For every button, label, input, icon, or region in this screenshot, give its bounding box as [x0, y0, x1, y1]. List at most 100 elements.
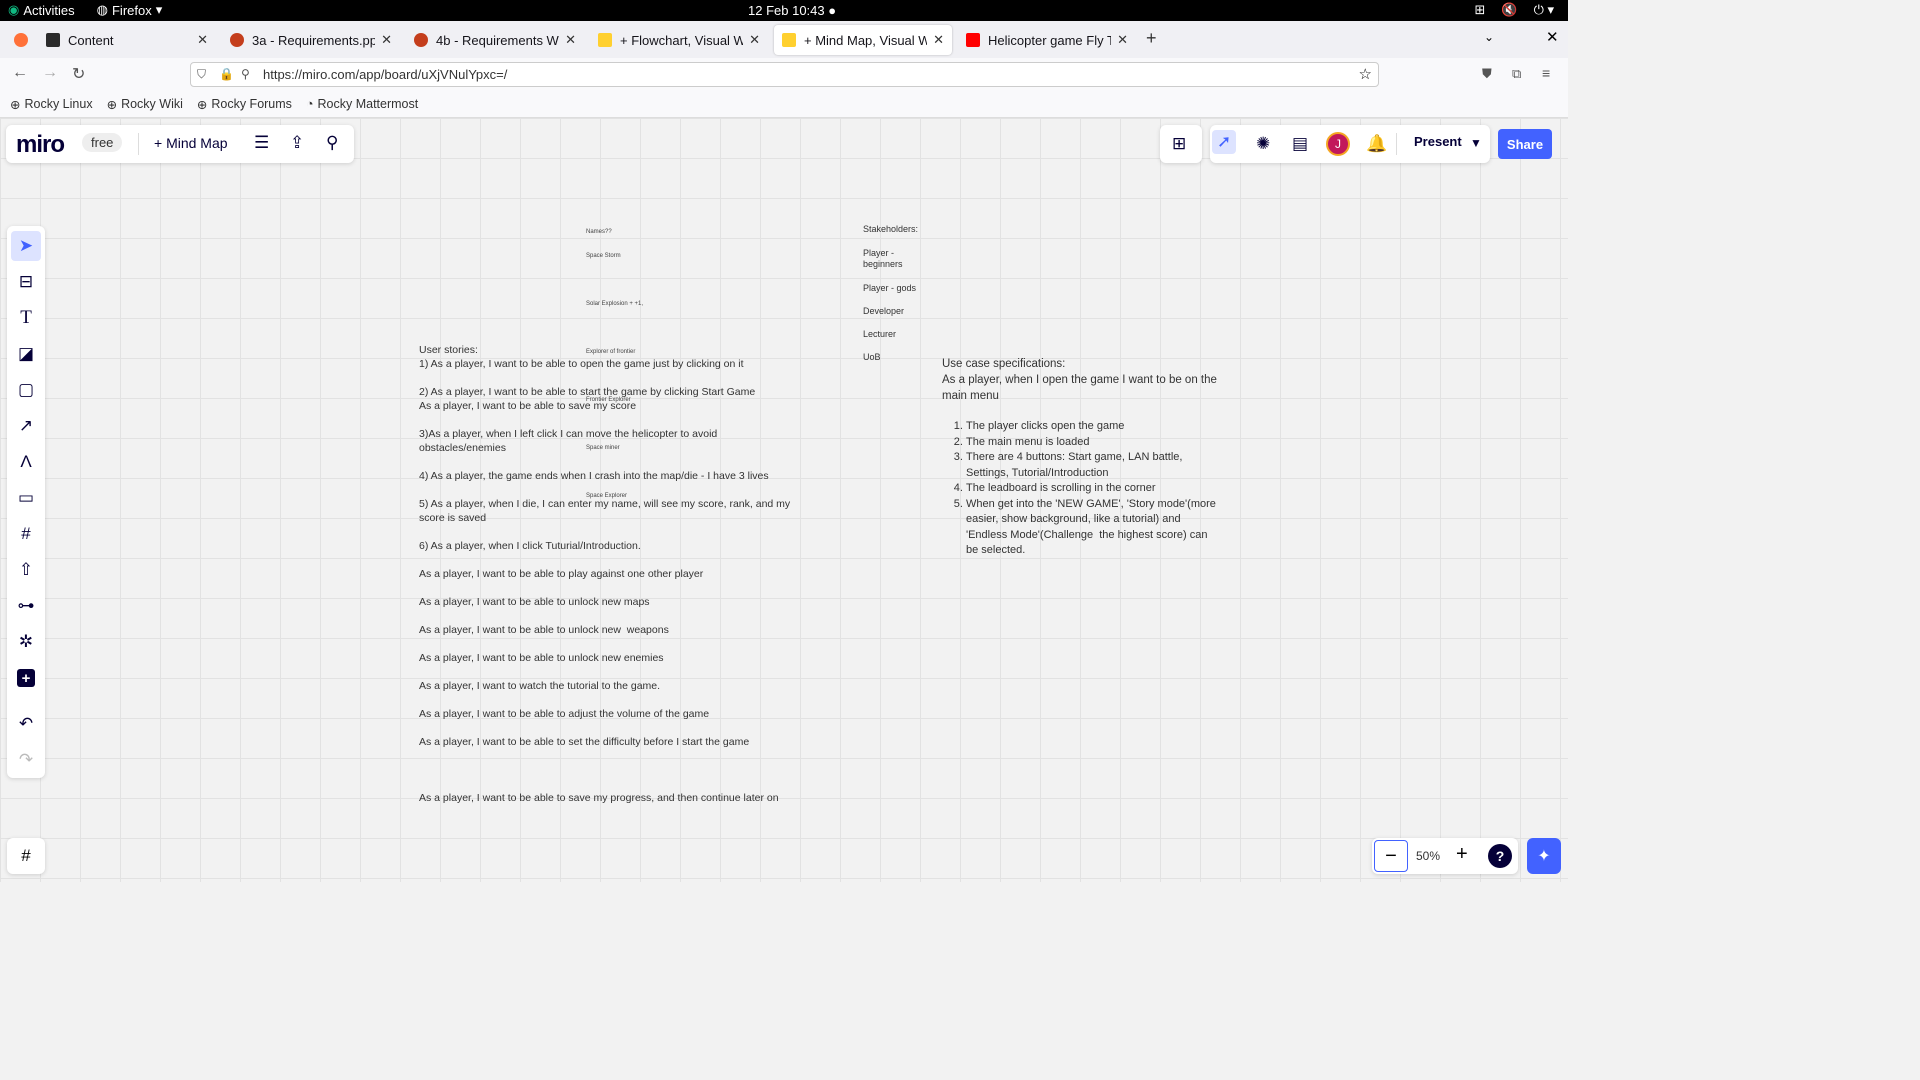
power-icon[interactable]: ⏻ ▾	[1534, 2, 1554, 18]
search-icon[interactable]: ⚲	[326, 133, 338, 153]
lock-icon[interactable]: 🔒	[219, 67, 234, 81]
close-icon[interactable]: ✕	[381, 32, 392, 48]
window-close-icon[interactable]: ✕	[1546, 28, 1559, 46]
more-tools-icon[interactable]: +	[11, 663, 41, 693]
sticky-note-icon[interactable]: ◪	[11, 339, 41, 369]
tab-helicopter-game[interactable]: Helicopter game Fly The C✕	[958, 25, 1136, 55]
user-story[interactable]: 2) As a player, I want to be able to sta…	[419, 385, 755, 413]
bookmark-rocky-forums[interactable]: ⊕ Rocky Forums	[197, 97, 292, 112]
ai-assistant-icon[interactable]: ✦	[1527, 838, 1561, 874]
frames-panel-icon[interactable]: #	[7, 838, 45, 874]
text-tool-icon[interactable]: T	[11, 303, 41, 333]
user-story[interactable]: As a player, I want to be able to play a…	[419, 567, 703, 581]
user-story[interactable]: 4) As a player, the game ends when I cra…	[419, 469, 769, 483]
url-text[interactable]: https://miro.com/app/board/uXjVNulYpxc=/	[263, 67, 507, 82]
extensions-icon[interactable]: ⧉	[1512, 66, 1521, 82]
upload-icon[interactable]: ⇧	[11, 555, 41, 585]
tab-content[interactable]: Content ✕	[38, 25, 216, 55]
stakeholders-title[interactable]: Stakeholders:	[863, 224, 918, 234]
user-story[interactable]: As a player, I want to watch the tutoria…	[419, 679, 660, 693]
user-story[interactable]: 1) As a player, I want to be able to ope…	[419, 357, 744, 371]
collab-box: ➚ ✺ ▤ J 🔔 Present ▼	[1210, 125, 1490, 163]
user-story[interactable]: As a player, I want to be able to adjust…	[419, 707, 709, 721]
stakeholder-item[interactable]: Lecturer	[863, 329, 896, 339]
board-name[interactable]: + Mind Map	[154, 135, 228, 151]
bookmark-rocky-wiki[interactable]: ⊕ Rocky Wiki	[107, 97, 183, 112]
plan-badge[interactable]: free	[82, 133, 123, 152]
user-story[interactable]: 6) As a player, when I click Tuturial/In…	[419, 539, 641, 553]
main-menu-icon[interactable]: ☰	[254, 133, 269, 153]
templates-icon[interactable]: ⊟	[11, 267, 41, 297]
tab-flowchart[interactable]: + Flowchart, Visual Work✕	[590, 25, 768, 55]
tab-requirements-pptx[interactable]: 3a - Requirements.pptx ✕	[222, 25, 400, 55]
use-case-intro[interactable]: As a player, when I open the game I want…	[942, 373, 1217, 404]
diagramming-icon[interactable]: ⊶	[11, 591, 41, 621]
list-all-tabs-icon[interactable]: ⌄	[1484, 30, 1494, 44]
close-icon[interactable]: ✕	[933, 32, 944, 48]
bookmark-rocky-mattermost[interactable]: ◔ Rocky Mattermost	[306, 97, 418, 111]
stakeholder-item[interactable]: Developer	[863, 306, 904, 316]
cursor-icon[interactable]: ➚	[1212, 130, 1237, 154]
new-tab-button[interactable]: +	[1146, 28, 1157, 49]
reload-icon[interactable]: ↻	[72, 64, 85, 84]
use-case-steps[interactable]: The player clicks open the game The main…	[952, 419, 1232, 559]
user-story[interactable]: As a player, I want to be able to unlock…	[419, 623, 669, 637]
clock[interactable]: 12 Feb 10:43 ●	[748, 3, 836, 18]
network-icon[interactable]: ⊞	[1474, 2, 1485, 18]
user-story[interactable]: 3)As a player, when I left click I can m…	[419, 427, 717, 455]
frame-tool-icon[interactable]: #	[11, 519, 41, 549]
use-case-title[interactable]: Use case specifications:	[942, 357, 1065, 373]
user-story[interactable]: As a player, I want to be able to unlock…	[419, 595, 650, 609]
bookmark-star-icon[interactable]: ☆	[1359, 65, 1372, 83]
mind-map-icon[interactable]: ✲	[11, 627, 41, 657]
miro-logo[interactable]: miro	[16, 131, 65, 159]
connection-line-icon[interactable]: ↗	[11, 411, 41, 441]
menu-icon[interactable]: ≡	[1542, 65, 1550, 81]
chevron-down-icon[interactable]: ▼	[1470, 136, 1482, 150]
address-bar[interactable]: ⛉ 🔒 ⚲ https://miro.com/app/board/uXjVNul…	[190, 62, 1379, 87]
stakeholder-item[interactable]: Player - gods	[863, 283, 916, 293]
redo-icon[interactable]: ↷	[11, 745, 41, 775]
zoom-out-button[interactable]: −	[1374, 840, 1408, 872]
activities-button[interactable]: ◉ Activities	[8, 2, 75, 18]
back-icon[interactable]: ←	[12, 64, 28, 82]
forward-icon[interactable]: →	[42, 64, 58, 82]
volume-icon[interactable]: 🔇	[1501, 2, 1517, 18]
user-story[interactable]: As a player, I want to be able to set th…	[419, 735, 749, 749]
reactions-icon[interactable]: ✺	[1256, 134, 1270, 154]
permissions-icon[interactable]: ⚲	[241, 67, 250, 81]
comment-tool-icon[interactable]: ▭	[11, 483, 41, 513]
user-story[interactable]: 5) As a player, when I die, I can enter …	[419, 497, 790, 525]
stakeholder-item[interactable]: Player - beginners	[863, 248, 903, 270]
help-button[interactable]: ?	[1488, 844, 1512, 868]
present-button[interactable]: Present	[1414, 134, 1462, 149]
stakeholder-item[interactable]: UoB	[863, 352, 881, 362]
firefox-app-menu[interactable]: ◍ Firefox ▾	[97, 2, 163, 18]
comments-icon[interactable]: ▤	[1292, 134, 1308, 154]
zoom-in-button[interactable]: +	[1456, 843, 1468, 866]
tab-requirements-worksheet[interactable]: 4b - Requirements Works✕	[406, 25, 584, 55]
user-stories-title[interactable]: User stories:	[419, 343, 478, 357]
shape-tool-icon[interactable]: ▢	[11, 375, 41, 405]
firefox-view-button[interactable]	[6, 25, 30, 55]
user-story[interactable]: As a player, I want to be able to save m…	[419, 791, 779, 805]
pocket-icon[interactable]: ⛊	[1482, 66, 1492, 82]
pen-tool-icon[interactable]: Λ	[11, 447, 41, 477]
undo-icon[interactable]: ↶	[11, 709, 41, 739]
apps-icon[interactable]: ⊞	[1172, 134, 1186, 154]
use-case-step: When get into the 'NEW GAME', 'Story mod…	[966, 497, 1232, 559]
close-icon[interactable]: ✕	[565, 32, 576, 48]
export-icon[interactable]: ⇪	[290, 133, 304, 153]
close-icon[interactable]: ✕	[197, 32, 208, 48]
select-tool-icon[interactable]: ➤	[11, 231, 41, 261]
notifications-icon[interactable]: 🔔	[1366, 134, 1387, 154]
tab-mind-map[interactable]: + Mind Map, Visual Works✕	[774, 25, 952, 55]
share-button[interactable]: Share	[1498, 129, 1552, 159]
close-icon[interactable]: ✕	[1117, 32, 1128, 48]
zoom-level[interactable]: 50%	[1416, 849, 1440, 863]
bookmark-rocky-linux[interactable]: ⊕ Rocky Linux	[10, 97, 93, 112]
user-story[interactable]: As a player, I want to be able to unlock…	[419, 651, 664, 665]
close-icon[interactable]: ✕	[749, 32, 760, 48]
shield-icon[interactable]: ⛉	[197, 67, 206, 82]
avatar[interactable]: J	[1326, 132, 1350, 156]
